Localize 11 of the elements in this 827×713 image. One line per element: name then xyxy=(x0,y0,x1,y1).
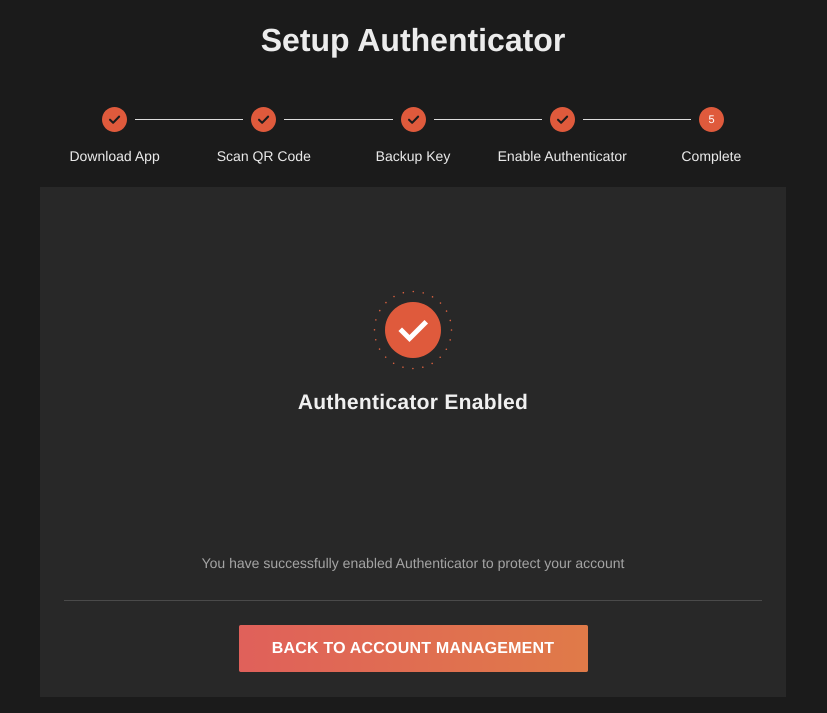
step-label: Enable Authenticator xyxy=(498,147,627,165)
step-number: 5 xyxy=(699,107,724,132)
success-heading: Authenticator Enabled xyxy=(298,390,528,416)
step-label: Download App xyxy=(69,147,160,165)
success-check-icon xyxy=(373,290,453,370)
step-label: Backup Key xyxy=(376,147,450,165)
step-label: Scan QR Code xyxy=(216,147,311,165)
page-title: Setup Authenticator xyxy=(260,22,566,58)
success-message: You have successfully enabled Authenticator to protect your account xyxy=(202,554,624,572)
step-label: Complete xyxy=(681,147,742,165)
back-to-account-button[interactable]: BACK TO ACCOUNT MANAGEMENT xyxy=(238,625,588,672)
